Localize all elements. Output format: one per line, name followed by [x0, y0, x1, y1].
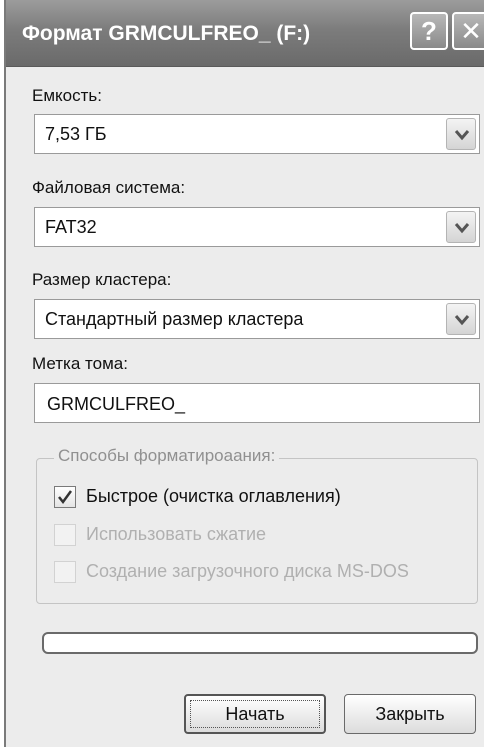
filesystem-label: Файловая система: — [32, 178, 186, 197]
volume-label-label: Метка тома: — [32, 354, 128, 373]
format-dialog: Формат GRMCULFREO_ (F:) ? ✕ Емкость: 7,5… — [4, 0, 484, 747]
quick-format-label: Быстрое (очистка оглавления) — [86, 486, 341, 506]
close-window-button[interactable]: ✕ — [452, 12, 484, 50]
msdos-boot-checkbox — [54, 561, 76, 583]
help-icon: ? — [421, 16, 437, 46]
format-options-legend: Способы форматироаания: — [54, 446, 280, 466]
volume-label-input[interactable]: GRMCULFREO_ — [34, 383, 480, 423]
msdos-boot-label: Создание загрузочного диска MS-DOS — [86, 561, 409, 581]
filesystem-value: FAT32 — [45, 217, 97, 237]
quick-format-checkbox[interactable] — [54, 486, 76, 508]
close-icon: ✕ — [460, 16, 482, 46]
compression-label: Использовать сжатие — [86, 524, 267, 544]
capacity-label: Емкость: — [32, 86, 102, 105]
cluster-size-value: Стандартный размер кластера — [45, 309, 304, 329]
chevron-down-icon — [454, 130, 470, 141]
compression-checkbox — [54, 524, 76, 546]
capacity-value: 7,53 ГБ — [45, 124, 107, 144]
filesystem-select[interactable]: FAT32 — [34, 207, 480, 247]
check-icon — [58, 490, 73, 505]
capacity-dropdown-button[interactable] — [446, 118, 476, 150]
cluster-size-dropdown-button[interactable] — [446, 303, 476, 335]
close-button[interactable]: Закрыть — [344, 694, 476, 734]
format-progress-bar — [42, 632, 478, 654]
window-title: Формат GRMCULFREO_ (F:) — [22, 22, 311, 45]
start-button[interactable]: Начать — [184, 694, 326, 734]
cluster-size-label: Размер кластера: — [32, 270, 172, 289]
chevron-down-icon — [454, 223, 470, 234]
cluster-size-select[interactable]: Стандартный размер кластера — [34, 299, 480, 339]
title-bar[interactable]: Формат GRMCULFREO_ (F:) ? ✕ — [6, 0, 484, 67]
capacity-select[interactable]: 7,53 ГБ — [34, 114, 480, 154]
chevron-down-icon — [454, 315, 470, 326]
help-button[interactable]: ? — [410, 12, 448, 50]
volume-label-value: GRMCULFREO_ — [47, 394, 186, 414]
filesystem-dropdown-button[interactable] — [446, 211, 476, 243]
